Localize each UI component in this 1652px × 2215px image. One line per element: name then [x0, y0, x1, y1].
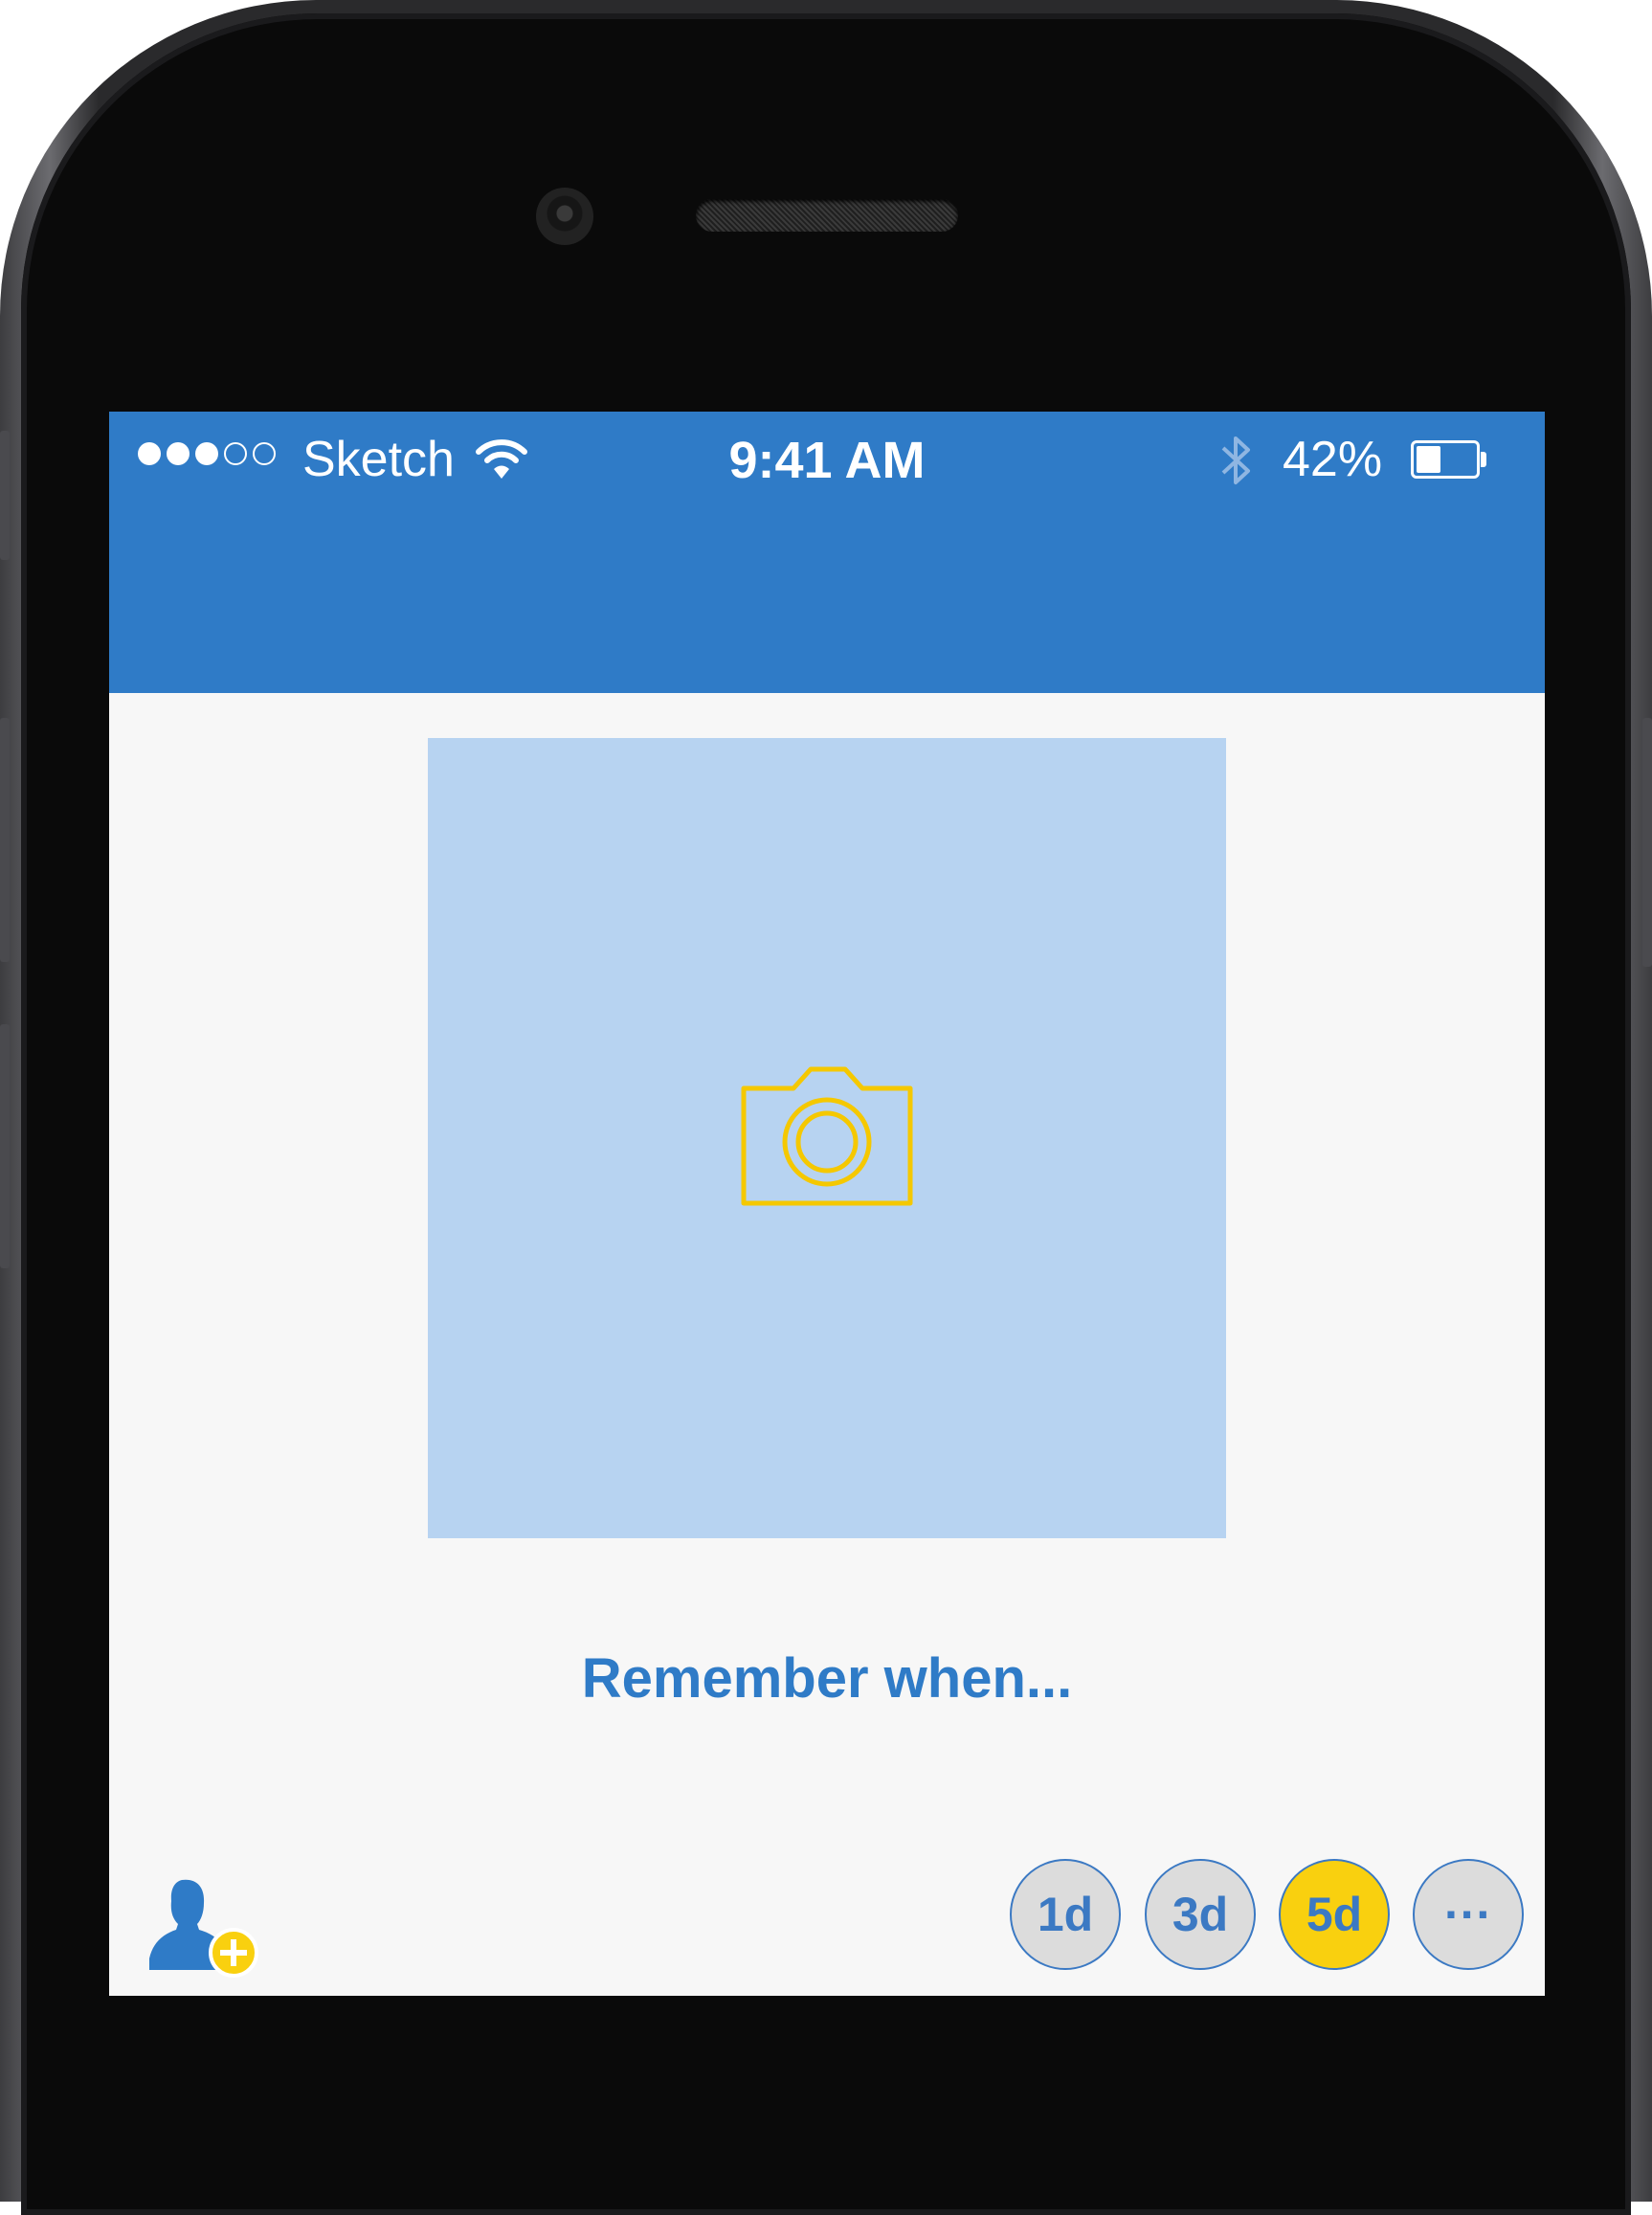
duration-1d-button[interactable]: 1d [1010, 1859, 1121, 1970]
volume-up-button [0, 718, 10, 962]
screen: Sketch 9:41 AM 42% Remember when... 1d 3… [109, 412, 1545, 1996]
add-user-icon[interactable] [145, 1874, 260, 1984]
battery-fill [1417, 446, 1440, 473]
photo-placeholder[interactable] [428, 738, 1226, 1538]
navigation-bar: Sketch 9:41 AM 42% [109, 412, 1545, 693]
status-bar: Sketch 9:41 AM 42% [109, 412, 1545, 507]
power-button [1642, 718, 1652, 967]
front-camera [536, 188, 593, 245]
volume-down-button [0, 1024, 10, 1268]
caption: Remember when... [581, 1647, 1073, 1710]
duration-3d-button[interactable]: 3d [1145, 1859, 1256, 1970]
battery-tip [1481, 452, 1486, 467]
battery-icon [1411, 440, 1480, 479]
more-options-button[interactable]: ··· [1413, 1859, 1524, 1970]
earpiece-speaker [696, 199, 958, 232]
duration-5d-button[interactable]: 5d [1279, 1859, 1390, 1970]
battery-percent: 42% [1283, 432, 1383, 487]
bluetooth-icon [1217, 431, 1256, 495]
camera-icon[interactable] [736, 1065, 918, 1214]
mute-switch [0, 431, 10, 560]
